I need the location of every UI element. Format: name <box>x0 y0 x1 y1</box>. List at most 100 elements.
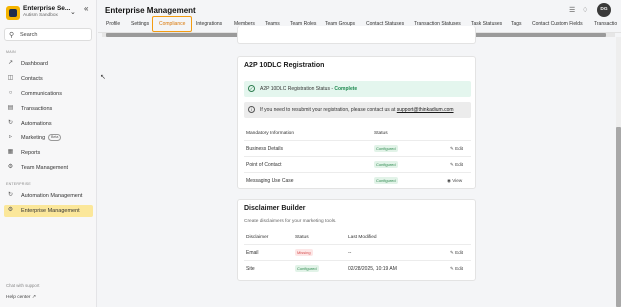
disclaimer-builder-card: Disclaimer Builder Create disclaimers fo… <box>237 199 476 281</box>
brand-subtitle: Autism Sandbox <box>23 13 58 18</box>
sidebar-item-label: Dashboard <box>21 61 48 67</box>
sidebar-item-label: Reports <box>21 150 41 156</box>
status-badge: Configured <box>374 161 398 168</box>
column-header-status: Status <box>295 235 309 240</box>
sidebar-item-transactions[interactable]: ▤ Transactions <box>4 103 93 115</box>
edit-button[interactable]: ✎ Edit <box>450 146 463 152</box>
info-icon: i <box>248 106 255 113</box>
help-center-link[interactable]: Help center ↗ <box>6 295 36 300</box>
automation-icon: ↻ <box>7 192 14 198</box>
chart-icon: ↗ <box>7 60 14 66</box>
a2p-registration-card: A2P 10DLC Registration ✓ A2P 10DLC Regis… <box>237 56 476 189</box>
sidebar-item-enterprise-management[interactable]: ⚙ Enterprise Management <box>4 205 93 217</box>
edit-button[interactable]: ✎ Edit <box>450 162 463 168</box>
sidebar-item-team-management[interactable]: ⚙ Team Management <box>4 162 93 174</box>
status-badge: Configured <box>374 145 398 152</box>
bell-icon[interactable]: ♢ <box>582 6 588 14</box>
mouse-cursor-icon: ↖ <box>100 74 106 81</box>
table-row: Email Missing -- ✎ Edit <box>244 244 471 260</box>
sidebar-item-label: Team Management <box>21 165 69 171</box>
status-badge: Configured <box>374 177 398 184</box>
page-title: Enterprise Management <box>105 6 196 15</box>
edit-button[interactable]: ✎ Edit <box>450 250 463 256</box>
last-modified: -- <box>348 250 352 256</box>
search-input[interactable] <box>20 31 90 39</box>
account-switcher[interactable]: Enterprise Se... Autism Sandbox ⌄ <box>6 5 94 21</box>
sidebar-item-label: Automations <box>21 121 52 127</box>
registration-status-banner: ✓ A2P 10DLC Registration Status - Comple… <box>244 81 471 97</box>
status-value: Complete <box>334 86 358 92</box>
action-label: Edit <box>455 162 464 167</box>
chat-icon: ○ <box>8 90 13 96</box>
tab-integrations[interactable]: Integrations <box>196 16 222 32</box>
scrollbar-thumb[interactable] <box>616 127 621 307</box>
sidebar-item-contacts[interactable]: ◫ Contacts <box>4 73 93 85</box>
sidebar-item-automations[interactable]: ↻ Automations <box>4 118 93 130</box>
sidebar-item-label: Transactions <box>21 106 53 112</box>
help-center-label: Help center <box>6 295 31 300</box>
sidebar-item-dashboard[interactable]: ↗ Dashboard <box>4 58 93 70</box>
table-row: Site Configured 02/28/2025, 10:19 AM ✎ E… <box>244 260 471 276</box>
info-text: If you need to resubmit your registratio… <box>260 107 397 113</box>
column-header-mandatory-information: Mandatory Information <box>246 131 294 136</box>
pencil-icon: ✎ <box>450 250 454 255</box>
status-badge: Configured <box>295 265 319 272</box>
sidebar-item-communications[interactable]: ○ Communications <box>4 88 93 100</box>
search-box[interactable]: ⚲ <box>4 28 92 41</box>
disclaimer-card-subtitle: Create disclaimers for your marketing to… <box>244 219 337 224</box>
sidebar-item-reports[interactable]: ▦ Reports <box>4 147 93 159</box>
resubmit-info-banner: i If you need to resubmit your registrat… <box>244 102 471 118</box>
sidebar-item-label: Marketing <box>21 135 46 141</box>
tab-compliance[interactable]: Compliance <box>152 16 193 32</box>
row-name: Site <box>246 266 255 272</box>
pencil-icon: ✎ <box>450 266 454 271</box>
edit-button[interactable]: ✎ Edit <box>450 266 463 272</box>
megaphone-icon: ▹ <box>8 134 12 140</box>
external-link-icon: ↗ <box>31 295 36 300</box>
column-header-disclaimer: Disclaimer <box>246 235 269 240</box>
sidebar-item-label: Contacts <box>21 76 43 82</box>
reports-icon: ▦ <box>7 149 14 155</box>
app-root: Enterprise Se... Autism Sandbox ⌄ « ⚲ MA… <box>0 0 621 307</box>
tab-profile[interactable]: Profile <box>106 16 120 32</box>
sidebar-item-marketing[interactable]: ▹ Marketing Beta <box>4 132 93 144</box>
table-row: Messaging Use Case Configured ◉ View <box>244 172 471 188</box>
action-label: Edit <box>455 266 464 271</box>
disclaimer-card-title: Disclaimer Builder <box>244 205 306 212</box>
table-row: Point of Contact Configured ✎ Edit <box>244 156 471 172</box>
row-name: Messaging Use Case <box>246 178 294 184</box>
chevron-down-icon[interactable]: ⌄ <box>70 8 76 16</box>
eye-icon: ◉ <box>447 178 452 183</box>
tab-transaction-custom-fields[interactable]: Transactio <box>594 16 617 32</box>
sidebar-item-label: Enterprise Management <box>21 208 80 214</box>
row-name: Email <box>246 250 259 256</box>
check-circle-icon: ✓ <box>248 85 255 92</box>
sidebar-item-automation-management[interactable]: ↻ Automation Management <box>4 190 93 202</box>
row-name: Business Details <box>246 146 283 152</box>
search-icon: ⚲ <box>9 32 15 39</box>
section-label-main: MAIN <box>6 50 16 54</box>
collapse-sidebar-icon[interactable]: « <box>84 4 88 13</box>
column-header-last-modified: Last Modified <box>348 235 377 240</box>
view-button[interactable]: ◉ View <box>447 178 462 184</box>
avatar[interactable]: DG <box>597 3 611 17</box>
status-badge: Missing <box>295 249 313 256</box>
tab-contact-custom-fields[interactable]: Contact Custom Fields <box>532 16 583 32</box>
previous-card-partial <box>237 26 476 44</box>
vertical-scrollbar[interactable] <box>616 37 621 307</box>
gear-icon: ⚙ <box>7 207 14 213</box>
action-label: Edit <box>455 146 464 151</box>
status-prefix: A2P 10DLC Registration Status - <box>260 86 335 92</box>
a2p-card-title: A2P 10DLC Registration <box>244 62 325 69</box>
brand-name: Enterprise Se... <box>23 5 71 12</box>
registration-status-text: A2P 10DLC Registration Status - Complete <box>260 86 357 92</box>
chat-with-support-label: Chat with support <box>6 283 40 288</box>
support-email-link[interactable]: support@thinkadium.com <box>397 107 454 113</box>
checklist-icon[interactable]: ☰ <box>569 6 575 14</box>
action-label: Edit <box>455 250 464 255</box>
tab-tags[interactable]: Tags <box>511 16 522 32</box>
last-modified: 02/28/2025, 10:19 AM <box>348 266 397 272</box>
row-name: Point of Contact <box>246 162 282 168</box>
table-row: Business Details Configured ✎ Edit <box>244 140 471 156</box>
tab-settings[interactable]: Settings <box>131 16 149 32</box>
